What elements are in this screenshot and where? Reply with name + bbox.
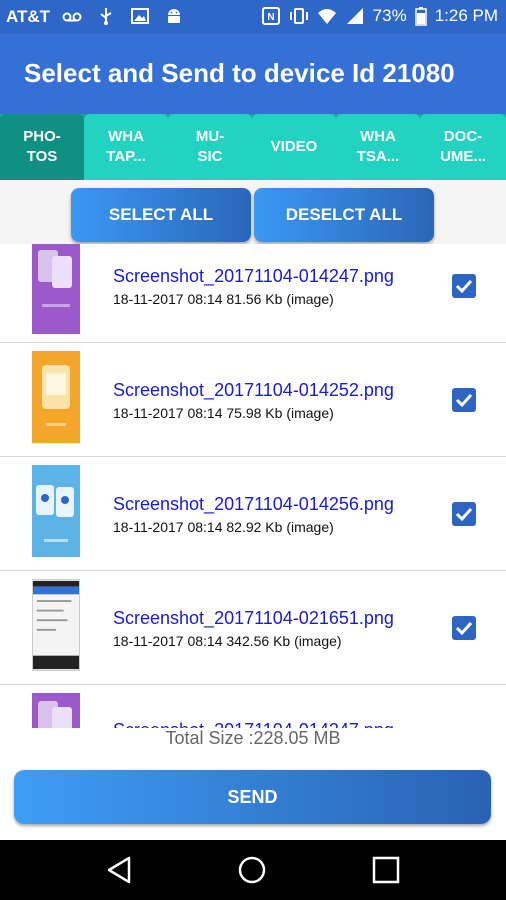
- android-icon: [168, 9, 180, 23]
- selection-bar: SELECT ALL DESELCT ALL: [0, 180, 506, 244]
- file-checkbox[interactable]: [452, 274, 476, 298]
- file-checkbox[interactable]: [452, 388, 476, 412]
- file-meta: 18-11-2017 08:14 342.56 Kb (image): [113, 633, 342, 649]
- back-icon[interactable]: [104, 855, 134, 885]
- file-name[interactable]: Screenshot_20171104-014256.png: [113, 494, 394, 515]
- navigation-bar: [0, 840, 506, 900]
- signal-icon: [346, 8, 363, 24]
- svg-text:N: N: [267, 12, 274, 23]
- file-thumbnail: [32, 693, 80, 728]
- file-name[interactable]: Screenshot_20171104-014252.png: [113, 380, 394, 401]
- carrier-label: AT&T: [6, 7, 51, 26]
- file-checkbox[interactable]: [452, 502, 476, 526]
- list-item[interactable]: Screenshot_20171104-014247.png: [0, 685, 506, 728]
- list-item[interactable]: Screenshot_20171104-014247.png 18-11-201…: [0, 244, 506, 343]
- battery-percent: 73%: [372, 6, 407, 25]
- clock: 1:26 PM: [434, 6, 498, 25]
- send-button[interactable]: SEND: [14, 770, 491, 824]
- file-thumbnail: [32, 579, 80, 671]
- check-icon: [455, 507, 473, 522]
- tab-photos[interactable]: PHO- TOS: [0, 114, 84, 180]
- tab-music[interactable]: MU- SIC: [168, 114, 252, 180]
- file-thumbnail: [32, 351, 80, 443]
- file-thumbnail: [32, 465, 80, 557]
- file-name[interactable]: Screenshot_20171104-014247.png: [113, 266, 394, 287]
- tab-video[interactable]: VIDEO: [252, 114, 336, 180]
- file-meta: 18-11-2017 08:14 82.92 Kb (image): [113, 519, 334, 535]
- tab-whatsapp-2[interactable]: WHA TSA...: [336, 114, 420, 180]
- recents-icon[interactable]: [371, 855, 401, 885]
- list-item[interactable]: Screenshot_20171104-021651.png 18-11-201…: [0, 571, 506, 685]
- file-meta: 18-11-2017 08:14 75.98 Kb (image): [113, 405, 334, 421]
- wifi-icon: [317, 9, 336, 24]
- total-size-label: Total Size :228.05 MB: [165, 728, 341, 748]
- home-icon[interactable]: [237, 855, 267, 885]
- file-meta: 18-11-2017 08:14 81.56 Kb (image): [113, 291, 334, 307]
- file-thumbnail: [32, 244, 80, 334]
- list-item[interactable]: Screenshot_20171104-014256.png 18-11-201…: [0, 457, 506, 571]
- app-bar: Select and Send to device Id 21080: [0, 34, 506, 114]
- check-icon: [455, 621, 473, 636]
- voicemail-icon: [62, 12, 82, 22]
- page-title: Select and Send to device Id 21080: [24, 58, 455, 88]
- vibrate-icon: [289, 8, 308, 24]
- file-name[interactable]: Screenshot_20171104-014247.png: [113, 720, 394, 728]
- file-list[interactable]: Screenshot_20171104-014247.png 18-11-201…: [0, 244, 506, 728]
- check-icon: [455, 279, 473, 294]
- tab-whatsapp[interactable]: WHA TAP...: [84, 114, 168, 180]
- file-checkbox[interactable]: [452, 616, 476, 640]
- file-name[interactable]: Screenshot_20171104-021651.png: [113, 608, 394, 629]
- category-tabs: PHO- TOS WHA TAP... MU- SIC VIDEO WHA TS…: [0, 114, 506, 180]
- image-icon: [131, 8, 149, 24]
- status-bar: AT&T N 73% 1:26 PM: [0, 0, 506, 34]
- list-item[interactable]: Screenshot_20171104-014252.png 18-11-201…: [0, 343, 506, 457]
- deselect-all-button[interactable]: DESELCT ALL: [254, 188, 434, 242]
- select-all-button[interactable]: SELECT ALL: [71, 188, 251, 242]
- usb-icon: [100, 8, 112, 25]
- check-icon: [455, 393, 473, 408]
- battery-icon: [414, 7, 427, 26]
- tab-documents[interactable]: DOC- UME...: [420, 114, 506, 180]
- nfc-icon: N: [261, 7, 280, 25]
